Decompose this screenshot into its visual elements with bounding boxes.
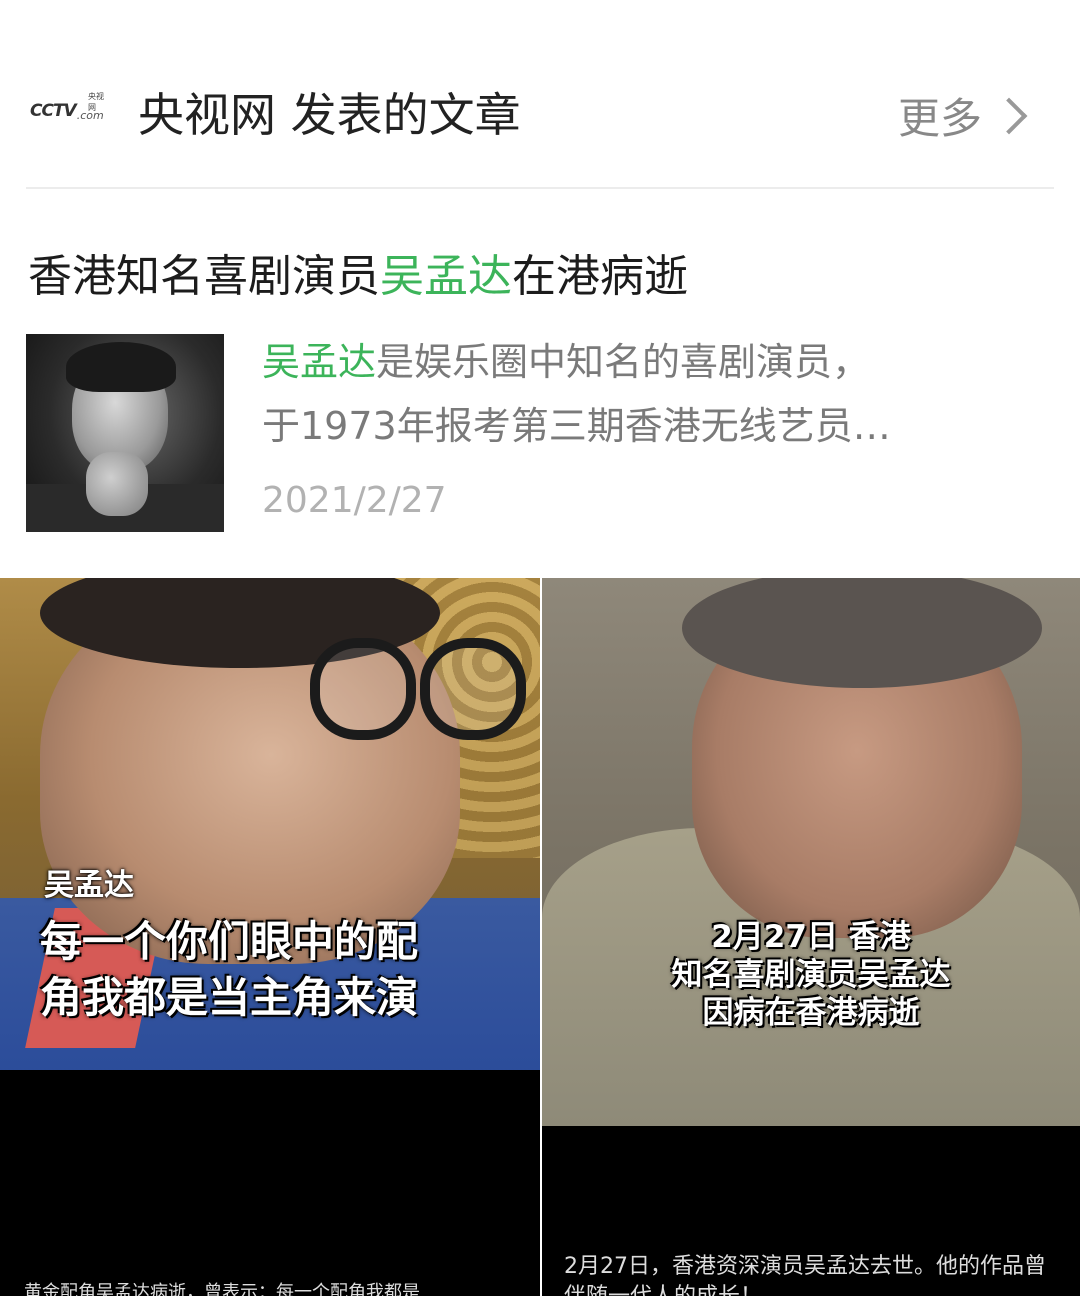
caption-line-1: 2月27日 香港	[711, 919, 911, 955]
caption-line-3: 因病在香港病逝	[702, 995, 920, 1031]
summary-line-1-rest: 是娱乐圈中知名的喜剧演员，	[376, 340, 871, 384]
article-title-suffix: 在港病逝	[512, 251, 688, 302]
video-right-caption: 2月27日 香港 知名喜剧演员吴孟达 因病在香港病逝	[542, 918, 1080, 1032]
article-title[interactable]: 香港知名喜剧演员吴孟达在港病逝	[28, 240, 688, 304]
article-date: 2021/2/27	[262, 480, 447, 521]
more-button[interactable]: 更多	[897, 85, 1028, 146]
summary-line-1: 吴孟达是娱乐圈中知名的喜剧演员，	[262, 330, 1032, 394]
divider	[26, 187, 1054, 189]
chevron-right-icon	[990, 97, 1028, 134]
logo-text: CCTV	[30, 101, 77, 121]
thumbnail-hair-shape	[66, 342, 176, 392]
logo-main: CCTV	[30, 101, 77, 121]
cctv-logo: CCTV .com 央视网	[30, 92, 110, 127]
caption-line-2: 知名喜剧演员吴孟达	[671, 957, 951, 993]
video-left-frame: 吴孟达 每一个你们眼中的配 角我都是当主角来演	[0, 578, 540, 1070]
article-summary[interactable]: 吴孟达是娱乐圈中知名的喜剧演员， 于1973年报考第三期香港无线艺员…	[262, 330, 1032, 458]
header-title: 央视网 发表的文章	[138, 88, 521, 142]
summary-highlight: 吴孟达	[262, 340, 377, 384]
video-left-caption: 每一个你们眼中的配 角我都是当主角来演	[40, 914, 418, 1026]
video-right-description: 2月27日，香港资深演员吴孟达去世。他的作品曾 伴随一代人的成长！	[564, 1252, 1064, 1296]
video-card-left[interactable]: 吴孟达 每一个你们眼中的配 角我都是当主角来演 黄金配角吴孟达病逝，曾表示：每一…	[0, 578, 540, 1296]
article-thumbnail[interactable]	[26, 334, 224, 532]
glasses-lens-right	[420, 638, 526, 740]
desc-line-2: 伴随一代人的成长！	[564, 1282, 1064, 1296]
caption-line-2: 角我都是当主角来演	[40, 973, 419, 1022]
page: CCTV .com 央视网 央视网 发表的文章 更多 香港知名喜剧演员吴孟达在港…	[0, 0, 1080, 1296]
article-title-highlight: 吴孟达	[380, 251, 512, 302]
video-right-frame: 2月27日 香港 知名喜剧演员吴孟达 因病在香港病逝	[542, 578, 1080, 1126]
thumbnail-hand-shape	[86, 452, 148, 516]
video-name-tag: 吴孟达	[44, 868, 134, 903]
article-title-prefix: 香港知名喜剧演员	[28, 251, 380, 302]
video-left-title: 黄金配角吴孟达病逝，曾表示：每一个配角我都是	[24, 1282, 420, 1296]
account-header: CCTV .com 央视网 央视网 发表的文章 更多	[0, 55, 1080, 165]
glasses-lens-left	[310, 638, 416, 740]
video-card-right[interactable]: 2月27日 香港 知名喜剧演员吴孟达 因病在香港病逝 2月27日，香港资深演员吴…	[542, 578, 1080, 1296]
logo-small-text: 央视网	[88, 92, 104, 112]
more-label: 更多	[897, 94, 982, 143]
summary-line-2: 于1973年报考第三期香港无线艺员…	[262, 404, 891, 448]
desc-line-1: 2月27日，香港资深演员吴孟达去世。他的作品曾	[564, 1254, 1046, 1279]
glasses-icon	[310, 638, 526, 740]
caption-line-1: 每一个你们眼中的配	[40, 917, 419, 966]
